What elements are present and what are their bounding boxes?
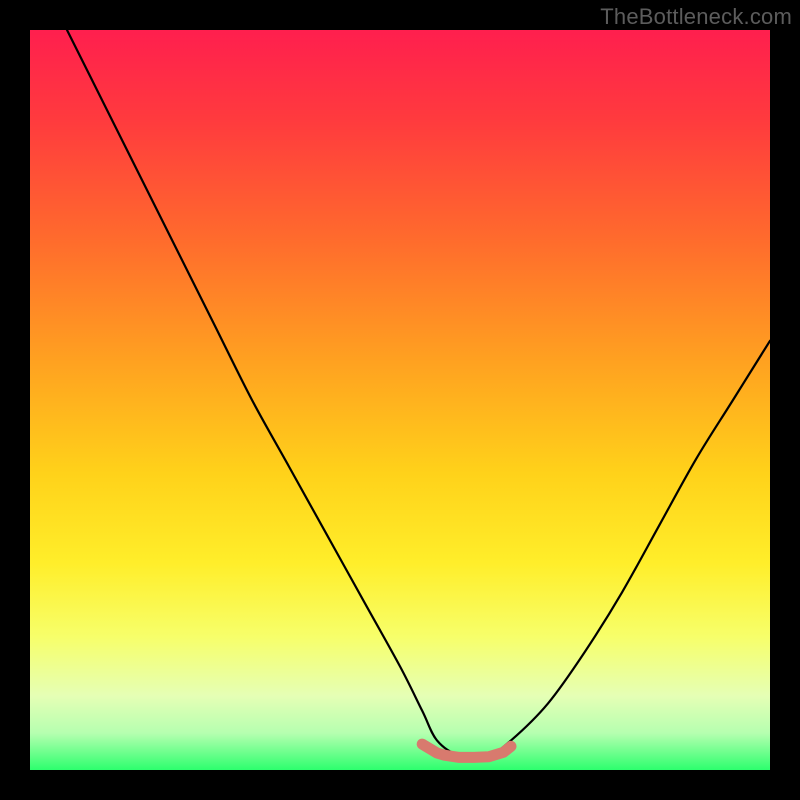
- plot-area: [30, 30, 770, 770]
- watermark-text: TheBottleneck.com: [600, 4, 792, 30]
- optimal-band: [422, 744, 511, 757]
- bottleneck-curve: [67, 30, 770, 757]
- curve-overlay: [30, 30, 770, 770]
- chart-frame: TheBottleneck.com: [0, 0, 800, 800]
